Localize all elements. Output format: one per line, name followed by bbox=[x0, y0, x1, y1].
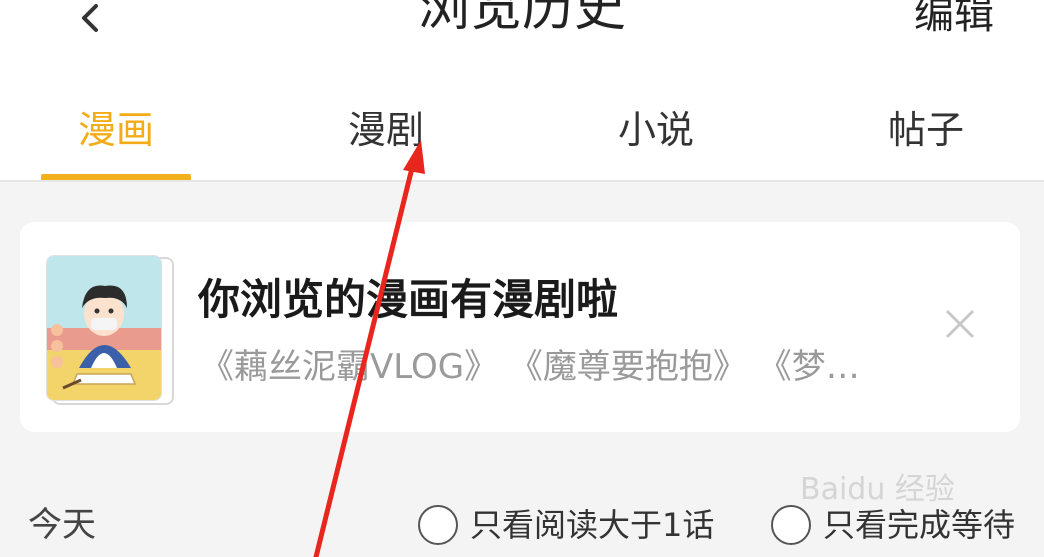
tab-bar: 漫画 漫剧 小说 帖子 bbox=[0, 100, 1044, 180]
close-icon bbox=[946, 310, 974, 338]
radio-button[interactable] bbox=[418, 505, 458, 545]
tab-posts[interactable]: 帖子 bbox=[888, 100, 964, 160]
edit-button[interactable]: 编辑 bbox=[914, 0, 994, 40]
tab-novels[interactable]: 小说 bbox=[618, 100, 694, 160]
divider bbox=[0, 180, 1044, 182]
tab-comic-dramas[interactable]: 漫剧 bbox=[348, 100, 424, 160]
top-bar: 浏览历史 编辑 漫画 漫剧 小说 帖子 bbox=[0, 0, 1044, 182]
radio-button[interactable] bbox=[771, 505, 811, 545]
close-button[interactable] bbox=[940, 304, 980, 344]
comic-drama-banner[interactable]: 你浏览的漫画有漫剧啦 《藕丝泥霸VLOG》 《魔尊要抱抱》 《梦… bbox=[20, 222, 1020, 432]
filter-label: 只看阅读大于1话 bbox=[470, 506, 715, 544]
page-title: 浏览历史 bbox=[417, 0, 626, 38]
comic-cover-image bbox=[46, 255, 162, 401]
filter-more-than-one-chapter[interactable]: 只看阅读大于1话 bbox=[418, 500, 714, 550]
banner-subtitle: 《藕丝泥霸VLOG》 《魔尊要抱抱》 《梦… bbox=[200, 347, 860, 387]
banner-thumbnail bbox=[46, 255, 174, 405]
filter-completed-waiting[interactable]: 只看完成等待 bbox=[771, 500, 1015, 550]
filter-label: 只看完成等待 bbox=[823, 506, 1016, 544]
banner-title: 你浏览的漫画有漫剧啦 bbox=[198, 275, 619, 324]
tab-comics[interactable]: 漫画 bbox=[78, 100, 154, 160]
section-label-today: 今天 bbox=[28, 505, 96, 545]
